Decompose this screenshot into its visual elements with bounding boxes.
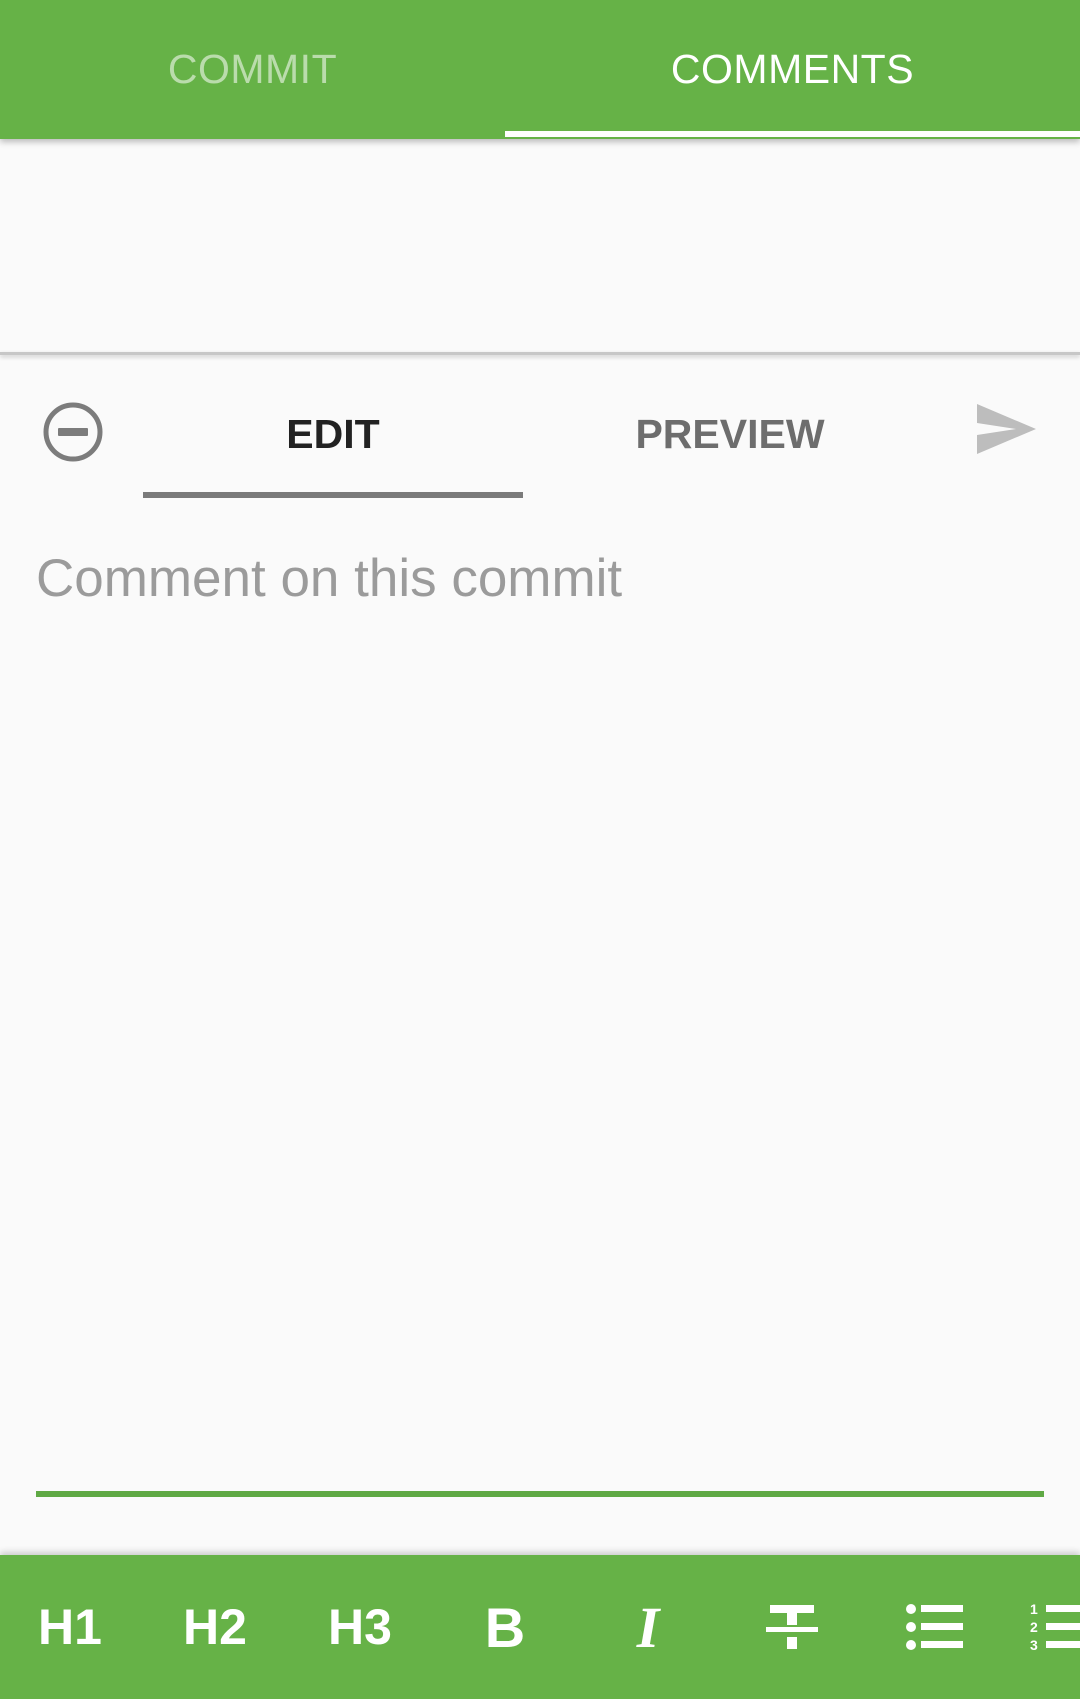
italic-icon: I (636, 1594, 660, 1660)
comment-input-underline (36, 1491, 1044, 1497)
numbered-list-button[interactable]: 1 2 3 (1030, 1555, 1080, 1699)
tab-comments-label: COMMENTS (670, 46, 915, 92)
svg-text:3: 3 (1030, 1637, 1038, 1653)
tab-commit-label: COMMIT (167, 46, 338, 92)
bulleted-list-button[interactable] (885, 1555, 985, 1699)
strikethrough-icon (766, 1605, 818, 1649)
heading-2-button[interactable]: H2 (165, 1555, 265, 1699)
numbered-list-icon: 1 2 3 (1030, 1601, 1080, 1653)
heading-1-button[interactable]: H1 (20, 1555, 120, 1699)
top-tab-bar: COMMIT COMMENTS (0, 0, 1080, 139)
strikethrough-button[interactable] (742, 1555, 842, 1699)
tab-commit[interactable]: COMMIT (0, 0, 505, 139)
svg-text:1: 1 (1030, 1601, 1038, 1617)
tab-preview-label: PREVIEW (635, 410, 825, 457)
remove-circle-icon[interactable] (38, 397, 108, 467)
tab-edit-label: EDIT (286, 410, 380, 457)
heading-3-button[interactable]: H3 (310, 1555, 410, 1699)
comment-placeholder: Comment on this commit (36, 549, 623, 608)
comment-input[interactable]: Comment on this commit (36, 545, 1044, 1485)
bold-button[interactable]: B (455, 1555, 555, 1699)
heading-1-icon: H1 (38, 1599, 102, 1655)
tab-selected-indicator (505, 131, 1080, 137)
tab-preview[interactable]: PREVIEW (540, 379, 920, 489)
svg-text:2: 2 (1030, 1619, 1038, 1635)
tab-comments[interactable]: COMMENTS (505, 0, 1080, 139)
editor-header: EDIT PREVIEW (0, 355, 1080, 505)
italic-button[interactable]: I (598, 1555, 698, 1699)
bold-icon: B (484, 1595, 526, 1659)
heading-3-icon: H3 (328, 1599, 392, 1655)
send-icon[interactable] (970, 393, 1042, 465)
bulleted-list-icon (906, 1604, 963, 1650)
heading-2-icon: H2 (183, 1599, 247, 1655)
format-toolbar: H1 H2 H3 B I 1 2 3 (0, 1555, 1080, 1699)
tab-edit-indicator (143, 492, 523, 498)
tab-edit[interactable]: EDIT (143, 379, 523, 489)
